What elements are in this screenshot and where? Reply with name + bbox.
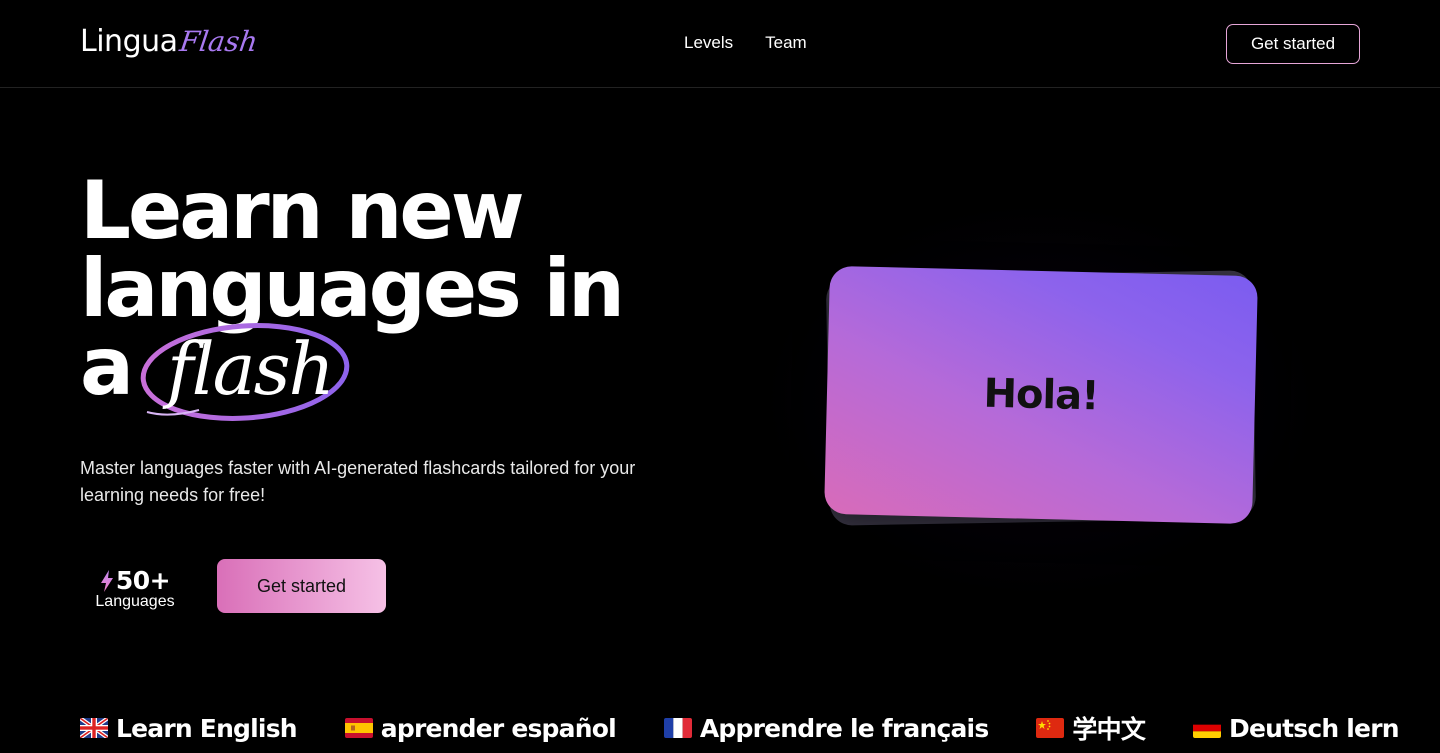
spain-flag-icon xyxy=(344,718,373,738)
flashcard[interactable]: Hola! xyxy=(824,265,1258,525)
logo[interactable]: Lingua Flash xyxy=(80,24,260,66)
main-nav: Levels Team xyxy=(684,33,807,53)
marquee-item-german: Deutsch lern xyxy=(1193,710,1400,746)
languages-stat: 50+ Languages xyxy=(90,566,180,611)
marquee-text-spanish: aprender español xyxy=(380,713,617,743)
lightning-bolt-icon xyxy=(100,569,113,592)
germany-flag-icon xyxy=(1193,718,1222,738)
marquee-item-english: Learn English xyxy=(80,710,298,746)
marquee-text-german: Deutsch lern xyxy=(1229,713,1400,743)
stat-number: 50+ xyxy=(115,566,171,595)
language-marquee: Learn English aprender español Apprendre… xyxy=(80,710,1400,746)
uk-flag-icon xyxy=(80,718,108,738)
marquee-item-chinese: 学中文 xyxy=(1036,710,1146,746)
hero-subtitle: Master languages faster with AI-generate… xyxy=(80,458,636,505)
france-flag-icon xyxy=(663,718,692,738)
stat-value: 50+ xyxy=(90,566,180,595)
hero-title-prefix: a xyxy=(80,320,134,413)
nav-link-levels[interactable]: Levels xyxy=(684,33,733,53)
logo-main-text: Lingua xyxy=(80,24,178,59)
marquee-text-french: Apprendre le français xyxy=(699,713,989,743)
stat-label: Languages xyxy=(95,593,175,610)
hero-title-highlight: flash xyxy=(140,323,355,421)
marquee-text-chinese: 学中文 xyxy=(1072,715,1146,744)
hero-title-flash-word: flash xyxy=(166,327,335,411)
marquee-item-french: Apprendre le français xyxy=(663,710,989,746)
site-header: Lingua Flash Levels Team Get started xyxy=(0,0,1440,88)
hero-title-line-3: a flash xyxy=(80,323,720,421)
hero-title-line-2: languages in xyxy=(80,242,625,335)
flashcard-word: Hola! xyxy=(983,370,1099,420)
logo-accent-text: Flash xyxy=(177,25,260,58)
china-flag-icon xyxy=(1036,718,1065,738)
marquee-text-english: Learn English xyxy=(116,713,298,743)
nav-link-team[interactable]: Team xyxy=(765,33,807,53)
hero-title-line-1: Learn new xyxy=(80,164,525,257)
hero-title: Learn new languages in a flash xyxy=(80,164,720,421)
marquee-item-spanish: aprender español xyxy=(344,710,617,746)
hero-get-started-button[interactable]: Get started xyxy=(217,559,386,613)
header-get-started-button[interactable]: Get started xyxy=(1226,24,1360,64)
